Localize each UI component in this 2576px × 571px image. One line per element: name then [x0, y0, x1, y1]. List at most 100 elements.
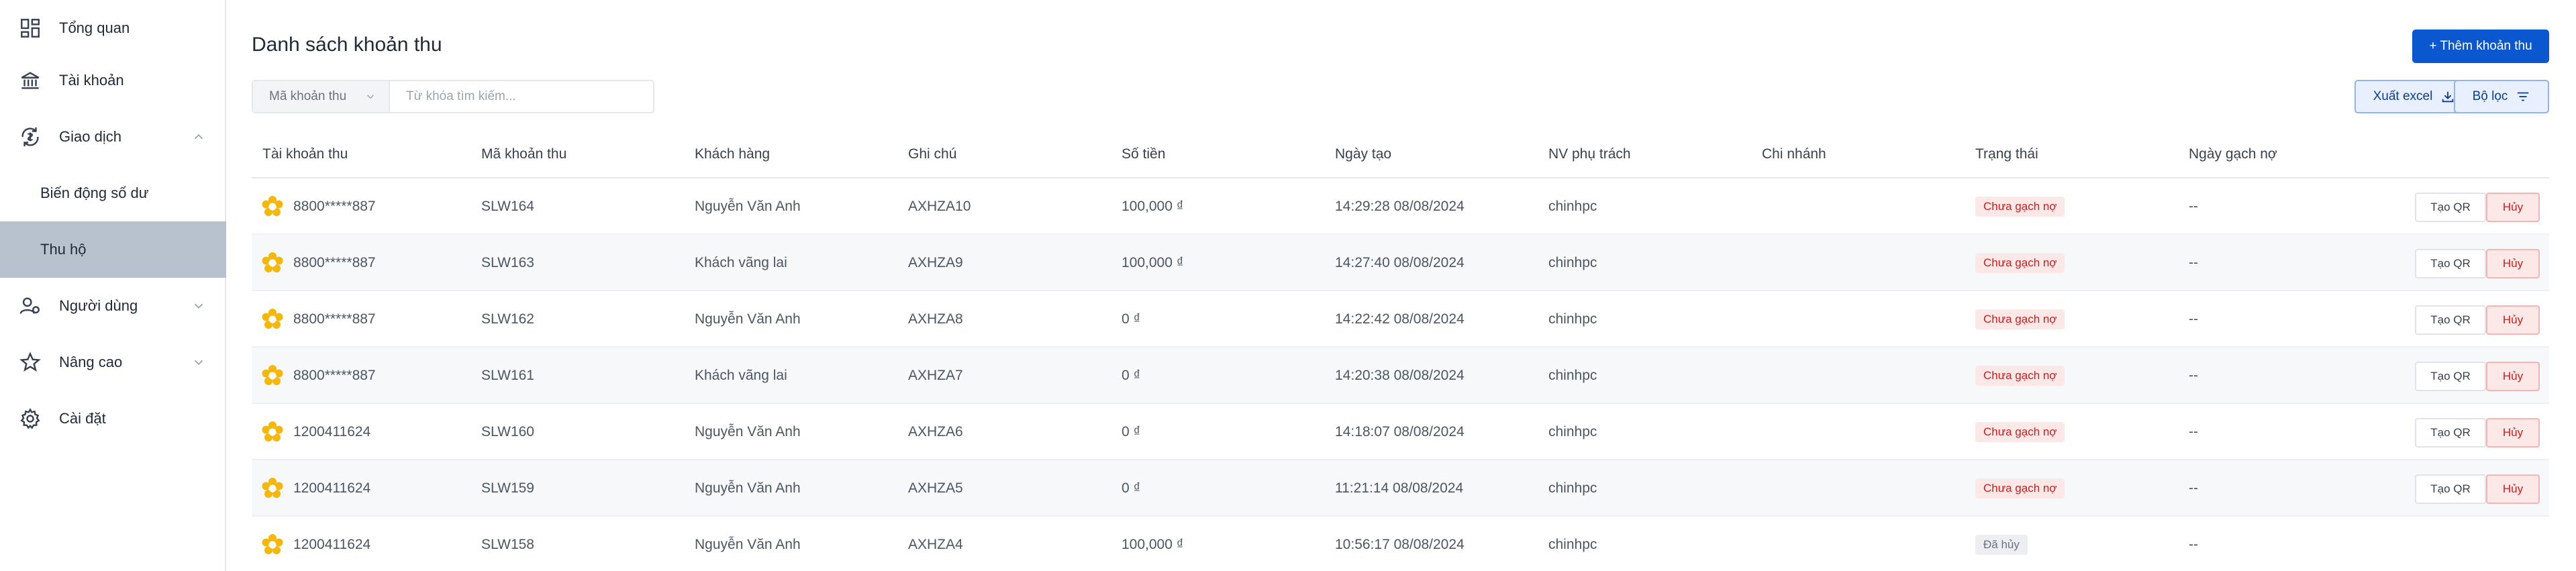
table-row: 1200411624 SLW159 Nguyễn Văn Anh AXHZA5 …: [252, 460, 2549, 517]
bank-logo-icon: [262, 534, 283, 554]
bank-logo-icon: [262, 252, 283, 272]
customer-name: Nguyễn Văn Anh: [695, 199, 801, 214]
collection-code: SLW159: [481, 480, 534, 496]
column-header: Ngày tạo: [1335, 146, 1392, 162]
account-cell: 1200411624: [262, 517, 370, 571]
created-date: 14:18:07 08/08/2024: [1335, 424, 1465, 439]
column-header: Trạng thái: [1975, 146, 2038, 162]
note: AXHZA9: [908, 255, 963, 270]
created-date: 14:27:40 08/08/2024: [1335, 255, 1465, 270]
bank-logo-icon: [262, 309, 283, 329]
cancel-button[interactable]: Hủy: [2486, 305, 2540, 335]
filter-label: Bộ lọc: [2472, 89, 2508, 103]
note: AXHZA10: [908, 199, 971, 214]
search-field-select-value: Mã khoản thu: [269, 89, 347, 103]
sidebar-item-overview[interactable]: Tổng quan: [0, 0, 226, 56]
search-field-select[interactable]: Mã khoản thu: [253, 81, 390, 112]
account-number: 1200411624: [293, 537, 371, 552]
created-date: 10:56:17 08/08/2024: [1335, 537, 1465, 552]
bank-icon: [19, 69, 42, 92]
sidebar-item-label: Giao dịch: [59, 128, 121, 145]
customer-name: Nguyễn Văn Anh: [695, 537, 801, 552]
create-qr-button[interactable]: Tạo QR: [2415, 474, 2486, 504]
sidebar-item-settings[interactable]: Cài đặt: [0, 391, 226, 447]
sidebar-item-account[interactable]: Tài khoản: [0, 52, 226, 109]
users-icon: [19, 295, 42, 317]
staff-name: chinhpc: [1548, 537, 1597, 552]
customer-name: Nguyễn Văn Anh: [695, 311, 801, 327]
customer-name: Nguyễn Văn Anh: [695, 424, 801, 439]
amount: 0 ₫: [1122, 424, 1141, 439]
search-bar: Mã khoản thu: [252, 80, 654, 113]
status-badge: Chưa gạch nợ: [1975, 366, 2065, 386]
column-header: Ngày gạch nợ: [2189, 146, 2277, 162]
note: AXHZA5: [908, 480, 963, 496]
status-cell: Chưa gạch nợ: [1975, 348, 2065, 404]
cancel-button[interactable]: Hủy: [2486, 418, 2540, 448]
sidebar-item-balance-changes[interactable]: Biến động số dư: [0, 165, 226, 221]
cancel-button[interactable]: Hủy: [2486, 249, 2540, 278]
collections-table: Tài khoản thu Mã khoản thu Khách hàng Gh…: [252, 132, 2549, 571]
note: AXHZA7: [908, 368, 963, 383]
search-input[interactable]: [390, 81, 653, 112]
status-cell: Chưa gạch nợ: [1975, 291, 2065, 348]
status-badge: Đã hủy: [1975, 535, 2028, 555]
paid-date: --: [2189, 537, 2198, 552]
filter-icon: [2518, 92, 2529, 101]
table-row: 8800*****887 SLW161 Khách vãng lai AXHZA…: [252, 348, 2549, 404]
account-cell: 8800*****887: [262, 235, 376, 291]
sidebar-item-advanced[interactable]: Nâng cao: [0, 334, 226, 391]
paid-date: --: [2189, 199, 2198, 214]
account-number: 8800*****887: [293, 199, 376, 214]
amount: 0 ₫: [1122, 368, 1141, 383]
dashboard-icon: [19, 17, 42, 40]
collection-code: SLW163: [481, 255, 534, 270]
status-cell: Chưa gạch nợ: [1975, 404, 2065, 460]
collection-code: SLW162: [481, 311, 534, 327]
paid-date: --: [2189, 424, 2198, 439]
bank-logo-icon: [262, 196, 283, 216]
paid-date: --: [2189, 368, 2198, 383]
sidebar-item-label: Người dùng: [59, 297, 138, 314]
create-qr-button[interactable]: Tạo QR: [2415, 305, 2486, 335]
cancel-button[interactable]: Hủy: [2486, 474, 2540, 504]
gear-icon: [19, 407, 42, 430]
amount: 100,000 ₫: [1122, 537, 1184, 552]
column-header: NV phụ trách: [1548, 146, 1631, 162]
cancel-button[interactable]: Hủy: [2486, 362, 2540, 391]
create-qr-button[interactable]: Tạo QR: [2415, 418, 2486, 448]
status-badge: Chưa gạch nợ: [1975, 197, 2065, 217]
amount: 0 ₫: [1122, 311, 1141, 327]
account-number: 1200411624: [293, 480, 371, 496]
account-number: 1200411624: [293, 424, 371, 439]
amount: 0 ₫: [1122, 480, 1141, 496]
create-qr-button[interactable]: Tạo QR: [2415, 362, 2486, 391]
add-collection-button[interactable]: + Thêm khoản thu: [2412, 30, 2549, 63]
create-qr-button[interactable]: Tạo QR: [2415, 193, 2486, 222]
status-cell: Chưa gạch nợ: [1975, 460, 2065, 517]
account-cell: 1200411624: [262, 460, 370, 517]
filter-button[interactable]: Bộ lọc: [2454, 80, 2549, 113]
paid-date: --: [2189, 255, 2198, 270]
sidebar-item-transactions[interactable]: Giao dịch: [0, 109, 226, 165]
created-date: 14:22:42 08/08/2024: [1335, 311, 1465, 327]
sidebar-item-collections[interactable]: Thu hộ: [0, 221, 226, 278]
amount: 100,000 ₫: [1122, 199, 1184, 214]
staff-name: chinhpc: [1548, 255, 1597, 270]
create-qr-button[interactable]: Tạo QR: [2415, 249, 2486, 278]
account-cell: 8800*****887: [262, 291, 376, 348]
staff-name: chinhpc: [1548, 480, 1597, 496]
cancel-button[interactable]: Hủy: [2486, 193, 2540, 222]
chevron-up-icon: [191, 129, 206, 144]
column-header: Chi nhánh: [1762, 146, 1826, 162]
column-header: Khách hàng: [695, 146, 771, 162]
table-row: 8800*****887 SLW162 Nguyễn Văn Anh AXHZA…: [252, 291, 2549, 348]
account-cell: 8800*****887: [262, 178, 376, 235]
customer-name: Nguyễn Văn Anh: [695, 480, 801, 496]
table-row: 8800*****887 SLW163 Khách vãng lai AXHZA…: [252, 235, 2549, 291]
amount: 100,000 ₫: [1122, 255, 1184, 270]
sidebar-item-users[interactable]: Người dùng: [0, 278, 226, 334]
account-cell: 8800*****887: [262, 348, 376, 404]
created-date: 14:29:28 08/08/2024: [1335, 199, 1465, 214]
note: AXHZA6: [908, 424, 963, 439]
